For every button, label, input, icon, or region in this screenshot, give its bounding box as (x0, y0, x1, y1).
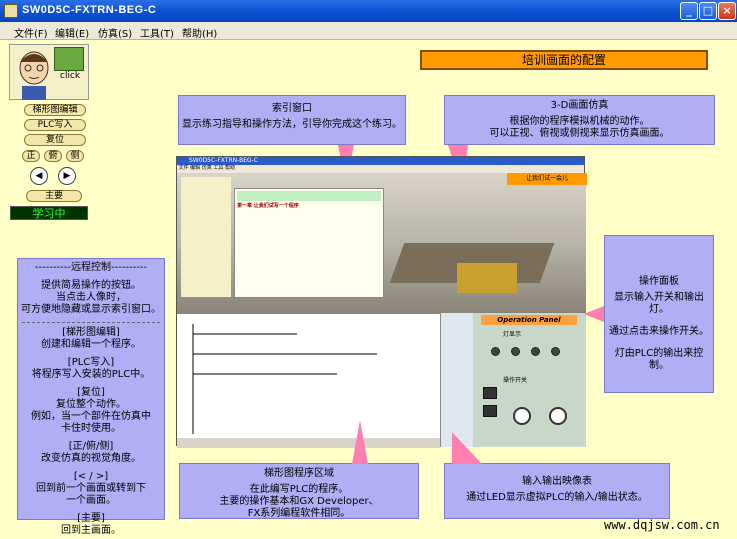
front-view-button[interactable]: 正 (22, 150, 40, 162)
lesson-chapter: 第一章 让我们试写一个程序 (237, 203, 299, 209)
ladder-diagram (177, 324, 440, 448)
help-text: 回到前一个画面或转到下 (36, 483, 146, 494)
help-text: 回到主画面。 (61, 525, 121, 536)
pb-switch[interactable] (483, 405, 497, 417)
callout-title: 梯形图程序区域 (264, 468, 334, 479)
pb-switch[interactable] (483, 387, 497, 399)
watermark: www.dqjsw.com.cn (604, 518, 720, 532)
click-label: click (60, 71, 81, 81)
window-title: SW0D5C-FXTRN-BEG-C (22, 4, 157, 16)
help-text: 例如，当一个部件在仿真中 (31, 411, 151, 422)
help-text: 一个画面。 (66, 495, 116, 506)
help-title: [< / >] (73, 471, 109, 482)
callout-text: 主要的操作基本和GX Developer、 (219, 496, 379, 507)
help-title: [梯形图编辑] (62, 327, 120, 338)
callout-text: 提供简易操作的按钮。 (41, 280, 141, 291)
menu-simulate[interactable]: 仿真(S) (98, 25, 132, 40)
close-button[interactable]: × (718, 2, 736, 20)
plc-write-button[interactable]: PLC写入 (24, 119, 86, 131)
callout-text: 当点击人像时， (56, 292, 126, 303)
selector-knob[interactable] (549, 407, 567, 425)
embedded-lesson-window: 第一章 让我们试写一个程序 (234, 188, 384, 298)
menu-tools[interactable]: 工具(T) (140, 25, 174, 40)
callout-remote-control: ----------远程控制---------- 提供简易操作的按钮。 当点击人… (17, 258, 165, 536)
callout-operation-panel: 操作面板 显示输入开关和输出灯。 通过点击来操作开关。 灯由PLC的输出来控制。 (604, 235, 714, 393)
embedded-ladder-area (177, 313, 440, 448)
callout-text: 根据你的程序模拟机械的动作。 (509, 116, 650, 127)
page-title: 培训画面的配置 (420, 50, 708, 70)
op-panel-title: Operation Panel (481, 315, 577, 325)
callout-3d-sim: 3-D画面仿真 根据你的程序模拟机械的动作。 可以正视、俯视或侧视来显示仿真画面… (444, 95, 715, 145)
embedded-screenshot: SW0D5C-FXTRN-BEG-C 文件 编辑 仿真 工具 帮助 第一章 让我… (176, 156, 587, 448)
maximize-button[interactable]: □ (699, 2, 717, 20)
callout-title: 操作面板 (639, 276, 679, 287)
callout-title: 输入输出映像表 (522, 476, 592, 487)
embedded-title: SW0D5C-FXTRN-BEG-C (177, 157, 584, 165)
prev-button[interactable]: ◀ (30, 167, 48, 185)
title-bar: SW0D5C-FXTRN-BEG-C _ □ × (0, 0, 737, 22)
help-text: 复位整个动作。 (56, 399, 126, 410)
main-button[interactable]: 主要 (26, 190, 82, 202)
callout-ladder-area: 梯形图程序区域 在此编写PLC的程序。 主要的操作基本和GX Developer… (179, 463, 419, 519)
callout-text: FX系列编程软件相同。 (247, 508, 351, 519)
indicator-light (511, 347, 520, 356)
minimize-button[interactable]: _ (680, 2, 698, 20)
callout-text: 可方便地隐藏或显示索引窗口。 (21, 304, 161, 315)
menu-bar: 文件(F) 编辑(E) 仿真(S) 工具(T) 帮助(H) (0, 22, 737, 40)
callout-text: 可以正视、俯视或侧视来显示仿真画面。 (489, 128, 670, 139)
menu-file[interactable]: 文件(F) (14, 25, 48, 40)
indicator-light (531, 347, 540, 356)
next-button[interactable]: ▶ (58, 167, 76, 185)
callout-text: 显示输入开关和输出灯。 (614, 292, 704, 315)
status-indicator: 学习中 (10, 206, 88, 220)
ladder-edit-button[interactable]: 梯形图编辑 (24, 104, 86, 116)
callout-io-table: 输入输出映像表 通过LED显示虚拟PLC的输入/输出状态。 (444, 463, 670, 519)
help-title: [PLC写入] (67, 357, 115, 368)
callout-text: 灯由PLC的输出来控制。 (614, 348, 704, 371)
help-text: 卡住时使用。 (61, 423, 121, 434)
help-text: 创建和编辑一个程序。 (41, 339, 141, 350)
reset-button[interactable]: 复位 (24, 134, 86, 146)
app-icon (4, 4, 18, 18)
pointer-arrow (352, 420, 368, 464)
callout-text: 通过LED显示虚拟PLC的输入/输出状态。 (466, 492, 648, 503)
embedded-operation-panel: Operation Panel 灯显示 操作开关 (473, 313, 586, 447)
callout-text: 显示练习指导和操作方法，引导你完成这个练习。 (182, 119, 402, 130)
callout-text: 通过点击来操作开关。 (609, 326, 709, 337)
person-icon (19, 51, 49, 100)
callout-index-window: 索引窗口 显示练习指导和操作方法，引导你完成这个练习。 (178, 95, 406, 145)
top-view-button[interactable]: 俯 (44, 150, 62, 162)
help-title: [主要] (77, 513, 105, 524)
help-text: 改变仿真的视觉角度。 (41, 453, 141, 464)
indicator-light (551, 347, 560, 356)
help-title: [复位] (77, 387, 105, 398)
pointer-arrow (584, 306, 604, 322)
menu-help[interactable]: 帮助(H) (182, 25, 217, 40)
embedded-left-panel (181, 177, 231, 297)
lights-label: 灯显示 (503, 331, 522, 338)
try-banner: 让我们试一会儿 (507, 173, 587, 185)
bin (457, 263, 517, 293)
callout-title: 索引窗口 (272, 103, 312, 114)
embedded-menu: 文件 编辑 仿真 工具 帮助 (177, 165, 235, 171)
help-title: [正/俯/侧] (68, 441, 114, 452)
simulation-scene: 第一章 让我们试写一个程序 让我们试一会儿 (177, 173, 587, 313)
callout-title: ----------远程控制---------- (34, 262, 148, 273)
menu-edit[interactable]: 编辑(E) (55, 25, 89, 40)
side-view-button[interactable]: 侧 (66, 150, 84, 162)
selector-knob[interactable] (513, 407, 531, 425)
switch-label: 操作开关 (503, 377, 528, 384)
pointer-arrow (452, 432, 482, 464)
book-icon[interactable] (54, 47, 84, 71)
embedded-io-table (440, 313, 473, 447)
callout-title: 3-D画面仿真 (550, 100, 609, 111)
indicator-light (491, 347, 500, 356)
help-text: 将程序写入安装的PLC中。 (31, 369, 151, 380)
callout-text: 在此编写PLC的程序。 (249, 484, 349, 495)
